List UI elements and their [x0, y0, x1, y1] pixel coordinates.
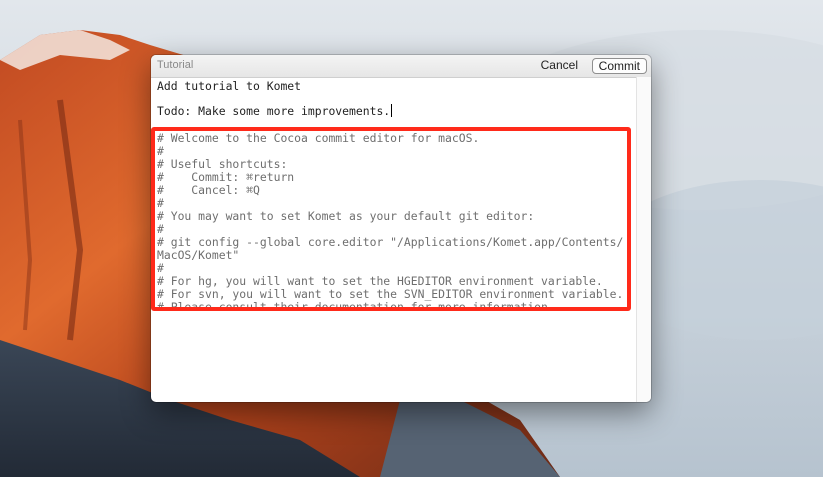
message-line: Add tutorial to Komet	[157, 79, 302, 93]
commit-button[interactable]: Commit	[591, 58, 647, 74]
window-title: Tutorial	[157, 59, 194, 71]
cancel-button[interactable]: Cancel	[541, 58, 578, 73]
message-line: Todo: Make some more improvements.	[157, 104, 393, 118]
window-titlebar: Tutorial Cancel Commit	[151, 55, 651, 78]
message-line-text: Todo: Make some more improvements.	[157, 104, 391, 118]
vertical-scrollbar[interactable]	[636, 77, 651, 402]
highlight-annotation-box	[151, 127, 631, 311]
text-cursor	[391, 104, 393, 117]
